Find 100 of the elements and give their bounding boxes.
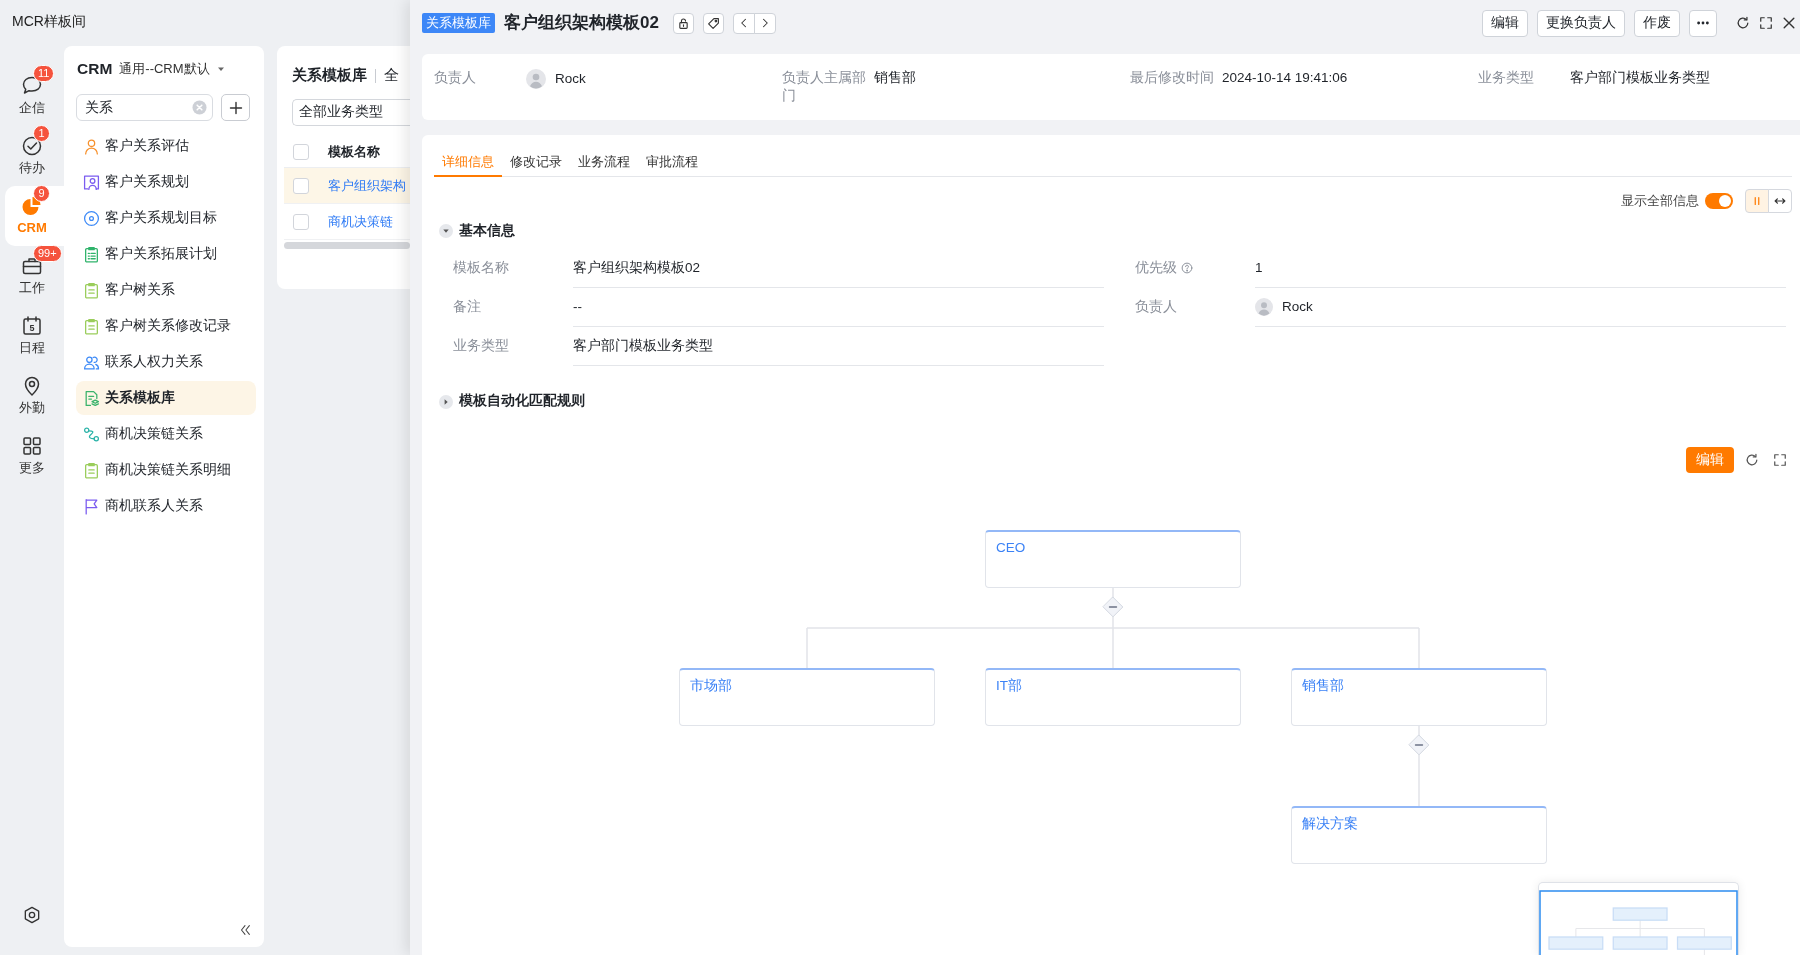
nav-item[interactable]: 关系模板库 (76, 381, 256, 415)
nav-item[interactable]: 联系人权力关系 (76, 345, 256, 379)
people-icon (83, 353, 100, 371)
field-label: 模板名称 (453, 259, 509, 277)
previous-button[interactable] (732, 12, 755, 34)
list-title: 关系模板库 (292, 66, 367, 86)
show-all-label: 显示全部信息 (1621, 192, 1699, 210)
field-value: 销售部 (874, 69, 916, 87)
filter-label[interactable]: 全 (384, 66, 399, 86)
person-frame-icon (83, 173, 100, 191)
rail-item[interactable]: 1 待办 (5, 125, 64, 186)
clipboard-icon (83, 461, 100, 479)
nav-item[interactable]: 客户树关系修改记录 (76, 309, 256, 343)
action-button[interactable]: 编辑 (1482, 9, 1528, 37)
action-button[interactable]: 作废 (1634, 9, 1680, 37)
rail-item[interactable]: 5 日程 (5, 305, 64, 366)
plus-icon (227, 99, 244, 116)
count-badge: 1 (33, 125, 50, 143)
field-value: 2024-10-14 19:41:06 (1222, 69, 1348, 87)
record-title: 客户组织架构模板02 (504, 11, 659, 34)
fullscreen-icon[interactable] (1759, 16, 1773, 30)
lock-icon (676, 16, 690, 30)
tag-icon (706, 16, 720, 30)
lock-button[interactable] (672, 12, 694, 34)
org-node: 解决方案 (1291, 806, 1547, 864)
tag-button[interactable] (702, 12, 724, 34)
org-node: CEO (985, 530, 1241, 588)
refresh-icon[interactable] (1736, 16, 1750, 30)
caret-right-icon (439, 394, 453, 409)
org-node: 销售部 (1291, 668, 1547, 726)
checkbox[interactable] (293, 213, 309, 230)
field-value: 1 (1255, 258, 1263, 277)
target-icon (83, 209, 100, 227)
record-link[interactable]: 客户组织架构 (328, 176, 406, 195)
nav-item[interactable]: 客户关系拓展计划 (76, 237, 256, 271)
count-badge: 11 (33, 65, 55, 83)
fullscreen-icon[interactable] (1773, 453, 1787, 467)
count-badge: 99+ (33, 245, 62, 263)
next-button[interactable] (753, 12, 776, 34)
table-row[interactable]: 商机决策链 (284, 204, 410, 240)
org-node: 市场部 (679, 668, 935, 726)
nav-item[interactable]: 客户关系评估 (76, 129, 256, 163)
field-label: 备注 (453, 298, 481, 316)
caret-down-icon (439, 224, 453, 238)
more-button[interactable] (1689, 9, 1717, 37)
minus-icon[interactable] (1408, 734, 1430, 756)
close-icon[interactable] (1782, 16, 1796, 30)
tab[interactable]: 审批流程 (638, 148, 706, 177)
nav-item[interactable]: 客户关系规划 (76, 165, 256, 199)
count-badge: 9 (33, 185, 50, 203)
section-toggle[interactable]: 模板自动化匹配规则 (434, 392, 585, 411)
view-mode-button[interactable] (1768, 189, 1792, 213)
tab[interactable]: 业务流程 (570, 148, 638, 177)
field-label: 业务类型 (1478, 69, 1535, 87)
nav-item[interactable]: 客户树关系 (76, 273, 256, 307)
clipboard-icon (83, 317, 100, 335)
search-field[interactable]: 关系 (76, 94, 213, 121)
action-button[interactable]: 更换负责人 (1537, 9, 1625, 37)
table-row[interactable]: 客户组织架构 (284, 168, 410, 204)
tab[interactable]: 修改记录 (502, 148, 570, 177)
rail-item[interactable]: 11 企信 (5, 65, 64, 126)
settings-icon[interactable] (22, 905, 42, 925)
rail-item[interactable]: 更多 (5, 425, 64, 486)
document-stack-icon (83, 389, 100, 407)
help-icon[interactable] (1181, 262, 1193, 274)
field-label: 业务类型 (453, 337, 509, 355)
checkbox[interactable] (293, 177, 309, 194)
field-value: Rock (1282, 297, 1313, 316)
nav-item[interactable]: 商机联系人关系 (76, 489, 256, 523)
clipboard-icon (83, 281, 100, 299)
field-value: 客户组织架构模板02 (573, 258, 701, 277)
nav-item[interactable]: 商机决策链关系明细 (76, 453, 256, 487)
scope-dropdown[interactable]: 通用--CRM默认 (119, 60, 226, 78)
double-chevron-left-icon[interactable] (238, 923, 252, 937)
clipboard-list-icon (83, 245, 100, 263)
nav-item[interactable]: 商机决策链关系 (76, 417, 256, 451)
field-label: 负责人 (1135, 298, 1177, 316)
app-title: MCR样板间 (12, 11, 86, 31)
field-value: 客户部门模板业务类型 (1570, 69, 1710, 87)
nav-item[interactable]: 客户关系规划目标 (76, 201, 256, 235)
column-header: 模板名称 (328, 142, 380, 161)
add-button[interactable] (221, 94, 250, 121)
field-value: -- (573, 297, 582, 316)
flag-icon (83, 497, 100, 515)
avatar-icon (1255, 297, 1273, 316)
toggle-switch[interactable] (1705, 193, 1733, 209)
object-badge: 关系模板库 (422, 13, 495, 33)
module-title: CRM (77, 58, 113, 79)
refresh-icon[interactable] (1745, 453, 1759, 467)
field-label: 负责人主属部门 (782, 69, 867, 105)
avatar-icon (526, 69, 546, 89)
section-toggle[interactable]: 基本信息 (434, 222, 515, 240)
rail-item[interactable]: 外勤 (5, 365, 64, 426)
minus-icon[interactable] (1102, 596, 1124, 618)
horizontal-scrollbar[interactable] (284, 242, 410, 249)
field-label: 负责人 (434, 69, 477, 87)
checkbox[interactable] (293, 143, 309, 160)
nodes-icon (83, 425, 100, 443)
record-link[interactable]: 商机决策链 (328, 212, 393, 231)
rail-item[interactable]: 99+ 工作 (5, 245, 64, 306)
